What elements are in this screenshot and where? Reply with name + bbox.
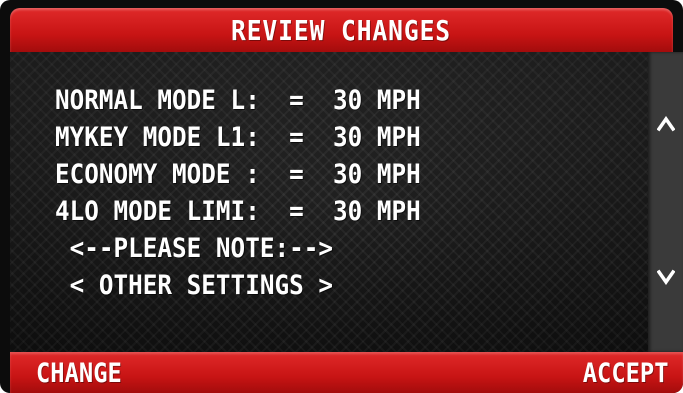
list-item-economy-mode: ECONOMY MODE : = 30 MPH xyxy=(55,159,421,190)
settings-list: NORMAL MODE L: = 30 MPH MYKEY MODE L1: =… xyxy=(55,82,461,304)
list-item-4lo-mode: 4LO MODE LIMI: = 30 MPH xyxy=(55,196,421,227)
list-item-please-note: <--PLEASE NOTE:--> xyxy=(55,233,333,264)
softkey-bar: CHANGE ACCEPT xyxy=(10,352,683,393)
scroll-up-button[interactable] xyxy=(648,104,683,144)
page-title: REVIEW CHANGES xyxy=(231,13,452,47)
list-item-normal-mode: NORMAL MODE L: = 30 MPH xyxy=(55,85,421,116)
scrollbar[interactable] xyxy=(648,52,683,352)
accept-button[interactable]: ACCEPT xyxy=(583,352,669,393)
content-area: NORMAL MODE L: = 30 MPH MYKEY MODE L1: =… xyxy=(10,52,648,352)
device-screen: REVIEW CHANGES NORMAL MODE L: = 30 MPH M… xyxy=(0,0,683,393)
arrow-down-icon xyxy=(656,269,675,285)
title-bar: REVIEW CHANGES xyxy=(10,8,673,52)
change-button[interactable]: CHANGE xyxy=(36,352,122,393)
scroll-down-button[interactable] xyxy=(648,257,683,297)
list-item-other-settings: < OTHER SETTINGS > xyxy=(55,270,333,301)
arrow-up-icon xyxy=(656,116,675,132)
list-item-mykey-mode: MYKEY MODE L1: = 30 MPH xyxy=(55,122,421,153)
